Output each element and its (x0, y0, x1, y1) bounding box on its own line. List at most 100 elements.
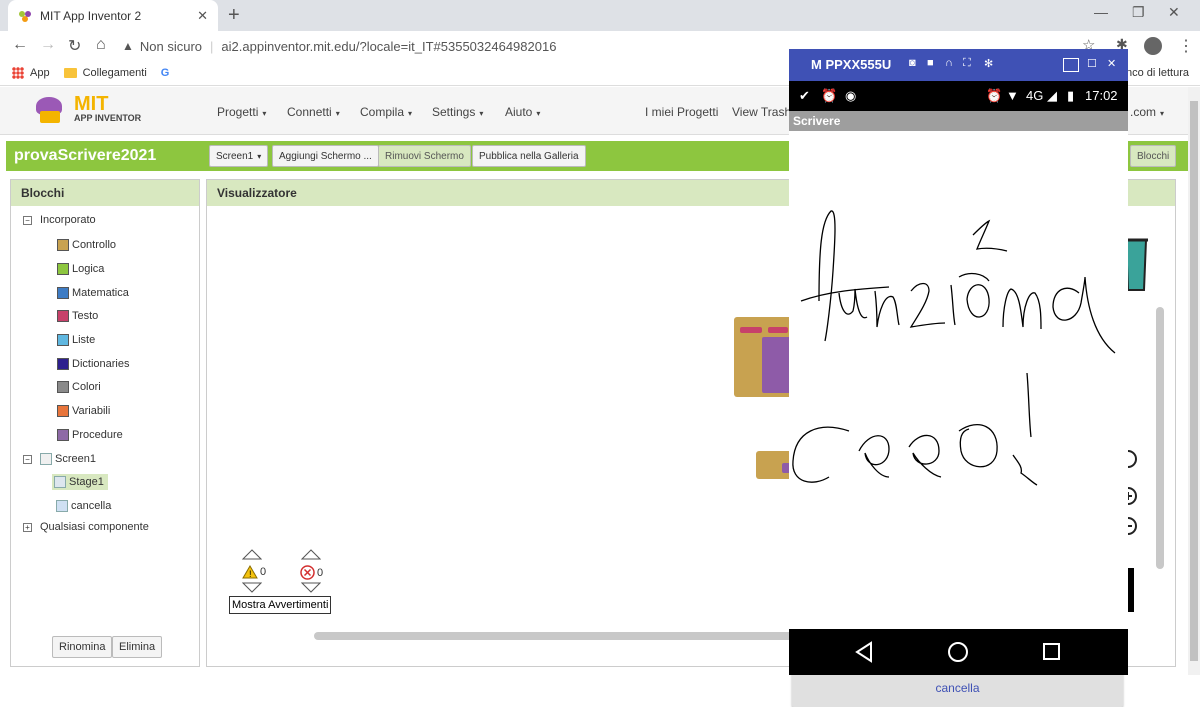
close-icon[interactable]: ✕ (1107, 57, 1116, 70)
drawer-controllo[interactable]: Controllo (57, 239, 116, 251)
folder-icon (63, 67, 77, 78)
tree-builtin[interactable]: − Incorporato (23, 214, 96, 226)
blocks-editor-button[interactable]: Blocchi (1130, 145, 1177, 167)
handwriting-drawing (792, 210, 1116, 486)
workspace-vertical-scrollbar[interactable] (1156, 307, 1164, 569)
project-name: provaScrivere2021 (14, 147, 157, 164)
emulator-title-bar: M PPXX555U ◙ ■ ∩ ⛶ ✻ ☐ ✕ (789, 49, 1128, 81)
drawer-matematica[interactable]: Matematica (57, 287, 129, 299)
home-icon[interactable]: ⌂ (96, 36, 106, 54)
headset-icon[interactable]: ∩ (945, 57, 953, 69)
canvas-icon (54, 476, 66, 488)
minimize-icon[interactable] (1063, 58, 1079, 72)
warning-icon[interactable]: ▲ (122, 39, 134, 53)
close-tab-icon[interactable]: ✕ (197, 8, 208, 24)
menu-compila[interactable]: Compila ▾ (360, 105, 412, 119)
restore-icon[interactable]: ❐ (1132, 4, 1145, 21)
reload-icon[interactable]: ↻ (68, 36, 81, 56)
remove-screen-button[interactable]: Rimuovi Schermo (378, 145, 471, 167)
expand-icon: + (23, 522, 32, 532)
drawer-testo[interactable]: Testo (57, 310, 98, 322)
component-stage1[interactable]: Stage1 (52, 474, 108, 490)
reading-list-label[interactable]: nco di lettura (1126, 67, 1189, 79)
param-block[interactable] (740, 327, 762, 333)
blocks-panel: Blocchi (10, 179, 200, 667)
drawer-dictionaries[interactable]: Dictionaries (57, 358, 129, 370)
alarm-icon: ⏰ (821, 88, 838, 103)
bookmark-google[interactable]: G (161, 67, 170, 79)
tree-any-component[interactable]: + Qualsiasi componente (23, 521, 149, 533)
page-scrollbar[interactable] (1188, 87, 1200, 675)
show-warnings-button[interactable]: Mostra Avvertimenti (229, 596, 332, 614)
avatar[interactable] (1144, 37, 1162, 55)
video-icon[interactable]: ■ (927, 57, 934, 69)
security-label: Non sicuro (139, 38, 203, 54)
menu-aiuto[interactable]: Aiuto ▾ (505, 105, 540, 119)
browser-tab[interactable]: MIT App Inventor 2 ✕ (8, 0, 218, 31)
minimize-icon[interactable]: — (1094, 4, 1108, 20)
controllo-swatch-icon (57, 239, 69, 251)
drawer-liste[interactable]: Liste (57, 334, 95, 346)
publish-gallery-button[interactable]: Pubblica nella Galleria (472, 145, 586, 167)
device-name: M PPXX555U (811, 57, 892, 72)
svg-text:!: ! (249, 569, 252, 579)
rename-button[interactable]: Rinomina (52, 636, 113, 658)
maximize-icon[interactable]: ☐ (1087, 57, 1097, 70)
status-time: 17:02 (1085, 88, 1118, 103)
app-inventor-logo[interactable]: MIT APP INVENTOR (32, 93, 141, 125)
add-screen-button[interactable]: Aggiungi Schermo ... (272, 145, 379, 167)
app-inventor-favicon-icon (18, 9, 32, 23)
camera-icon[interactable]: ◙ (909, 57, 916, 69)
tree-screen1[interactable]: − Screen1 (23, 453, 96, 465)
screen-select[interactable]: Screen1 ▾ (209, 145, 269, 167)
logo-title: MIT (74, 93, 109, 115)
drawing-canvas[interactable]: cancella (789, 131, 1128, 707)
workspace-horizontal-scrollbar[interactable] (314, 632, 794, 640)
error-circle-icon (300, 565, 315, 580)
logo-icon (32, 93, 68, 125)
bookmark-collegamenti[interactable]: Collegamenti (63, 67, 147, 79)
collapse-icon: − (23, 454, 32, 464)
more-icon[interactable]: ⋮ (1178, 36, 1194, 56)
google-icon: G (160, 66, 170, 79)
matematica-swatch-icon (57, 287, 69, 299)
delete-button[interactable]: Elimina (112, 636, 163, 658)
android-nav-bar (789, 629, 1128, 675)
param-block[interactable] (768, 327, 788, 333)
download-done-icon: ✔ (799, 88, 810, 103)
errors-count: 0 (317, 566, 324, 579)
omnibox[interactable]: ▲ Non sicuro | ai2.appinventor.mit.edu/?… (122, 34, 882, 58)
drawer-variabili[interactable]: Variabili (57, 405, 110, 417)
menu-progetti[interactable]: Progetti ▾ (217, 105, 266, 119)
fullscreen-icon[interactable]: ⛶ (963, 57, 971, 70)
view-trash-link[interactable]: View Trash (732, 105, 791, 119)
warnings-count: 0 (260, 566, 267, 578)
drawer-logica[interactable]: Logica (57, 263, 104, 275)
close-window-icon[interactable]: ✕ (1168, 4, 1180, 21)
menu-connetti[interactable]: Connetti ▾ (287, 105, 340, 119)
url-text[interactable]: ai2.appinventor.mit.edu/?locale=it_IT#53… (221, 39, 556, 54)
android-emulator-window: M PPXX555U ◙ ■ ∩ ⛶ ✻ ☐ ✕ ✔ ⏰ ◉ ⏰ ▼ 4G ◢ … (789, 49, 1128, 707)
home-nav-icon[interactable] (948, 642, 968, 662)
bookmark-apps[interactable]: App (12, 66, 50, 79)
back-icon[interactable]: ← (12, 36, 28, 54)
drawer-colori[interactable]: Colori (57, 381, 101, 393)
tab-title: MIT App Inventor 2 (40, 8, 142, 23)
alarm-icon: ⏰ (986, 88, 1003, 103)
wifi-icon: ▼ (1006, 88, 1019, 103)
forward-icon[interactable]: → (40, 36, 56, 54)
menu-settings[interactable]: Settings ▾ (432, 105, 483, 119)
back-nav-icon[interactable] (855, 641, 872, 663)
settings-gear-icon[interactable]: ✻ (984, 57, 993, 70)
errors-counter: 0 (300, 565, 323, 580)
event-block[interactable] (734, 317, 794, 397)
new-tab-icon[interactable]: + (228, 4, 240, 27)
account-menu[interactable]: .com ▾ (1130, 105, 1164, 119)
recents-nav-icon[interactable] (1043, 643, 1060, 660)
caret-down-icon: ▾ (479, 109, 484, 118)
component-cancella[interactable]: cancella (56, 500, 111, 512)
page-scroll-thumb[interactable] (1190, 101, 1198, 661)
drawer-procedure[interactable]: Procedure (57, 429, 123, 441)
my-projects-link[interactable]: I miei Progetti (645, 105, 718, 119)
network-type: 4G (1026, 88, 1044, 103)
